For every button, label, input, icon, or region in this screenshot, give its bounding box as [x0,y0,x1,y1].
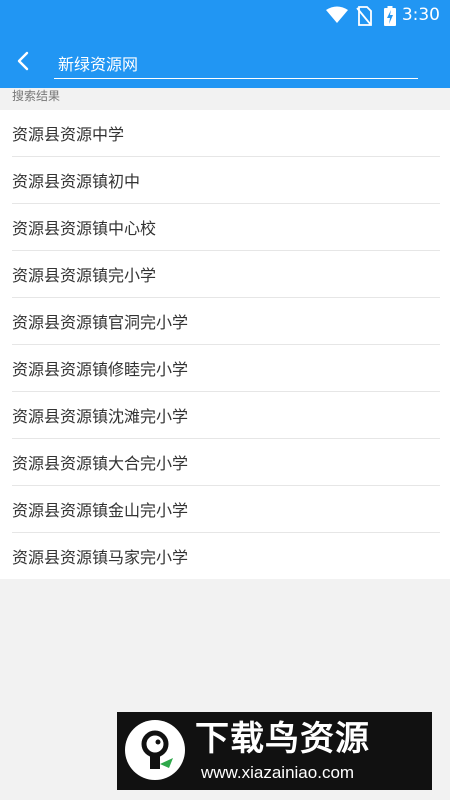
chevron-left-icon [17,51,29,71]
battery-charging-icon [384,6,396,26]
list-item[interactable]: 资源县资源镇马家完小学 [12,533,440,579]
results-section-label: 搜索结果 [12,89,61,103]
status-time: 3:30 [401,5,440,25]
list-item[interactable]: 资源县资源镇官洞完小学 [12,298,440,345]
watermark-title: 下载鸟资源 [195,719,370,759]
list-item[interactable]: 资源县资源镇完小学 [12,251,440,298]
list-item[interactable]: 资源县资源镇初中 [12,157,440,204]
watermark-banner: 下载鸟资源 www.xiazainiao.com [117,712,432,790]
back-button[interactable] [10,48,36,74]
wifi-icon [326,6,348,23]
list-item[interactable]: 资源县资源中学 [12,110,440,157]
search-field [54,50,418,79]
list-item[interactable]: 资源县资源镇修睦完小学 [12,345,440,392]
results-list: 资源县资源中学 资源县资源镇初中 资源县资源镇中心校 资源县资源镇完小学 资源县… [0,110,450,579]
list-item[interactable]: 资源县资源镇沈滩完小学 [12,392,440,439]
list-item[interactable]: 资源县资源镇金山完小学 [12,486,440,533]
app-bar: 3:30 [0,0,450,88]
watermark-url: www.xiazainiao.com [201,763,355,782]
bird-logo-icon [125,720,185,780]
list-item[interactable]: 资源县资源镇大合完小学 [12,439,440,486]
no-sim-icon [356,6,372,26]
list-item[interactable]: 资源县资源镇中心校 [12,204,440,251]
search-input[interactable] [54,50,418,76]
